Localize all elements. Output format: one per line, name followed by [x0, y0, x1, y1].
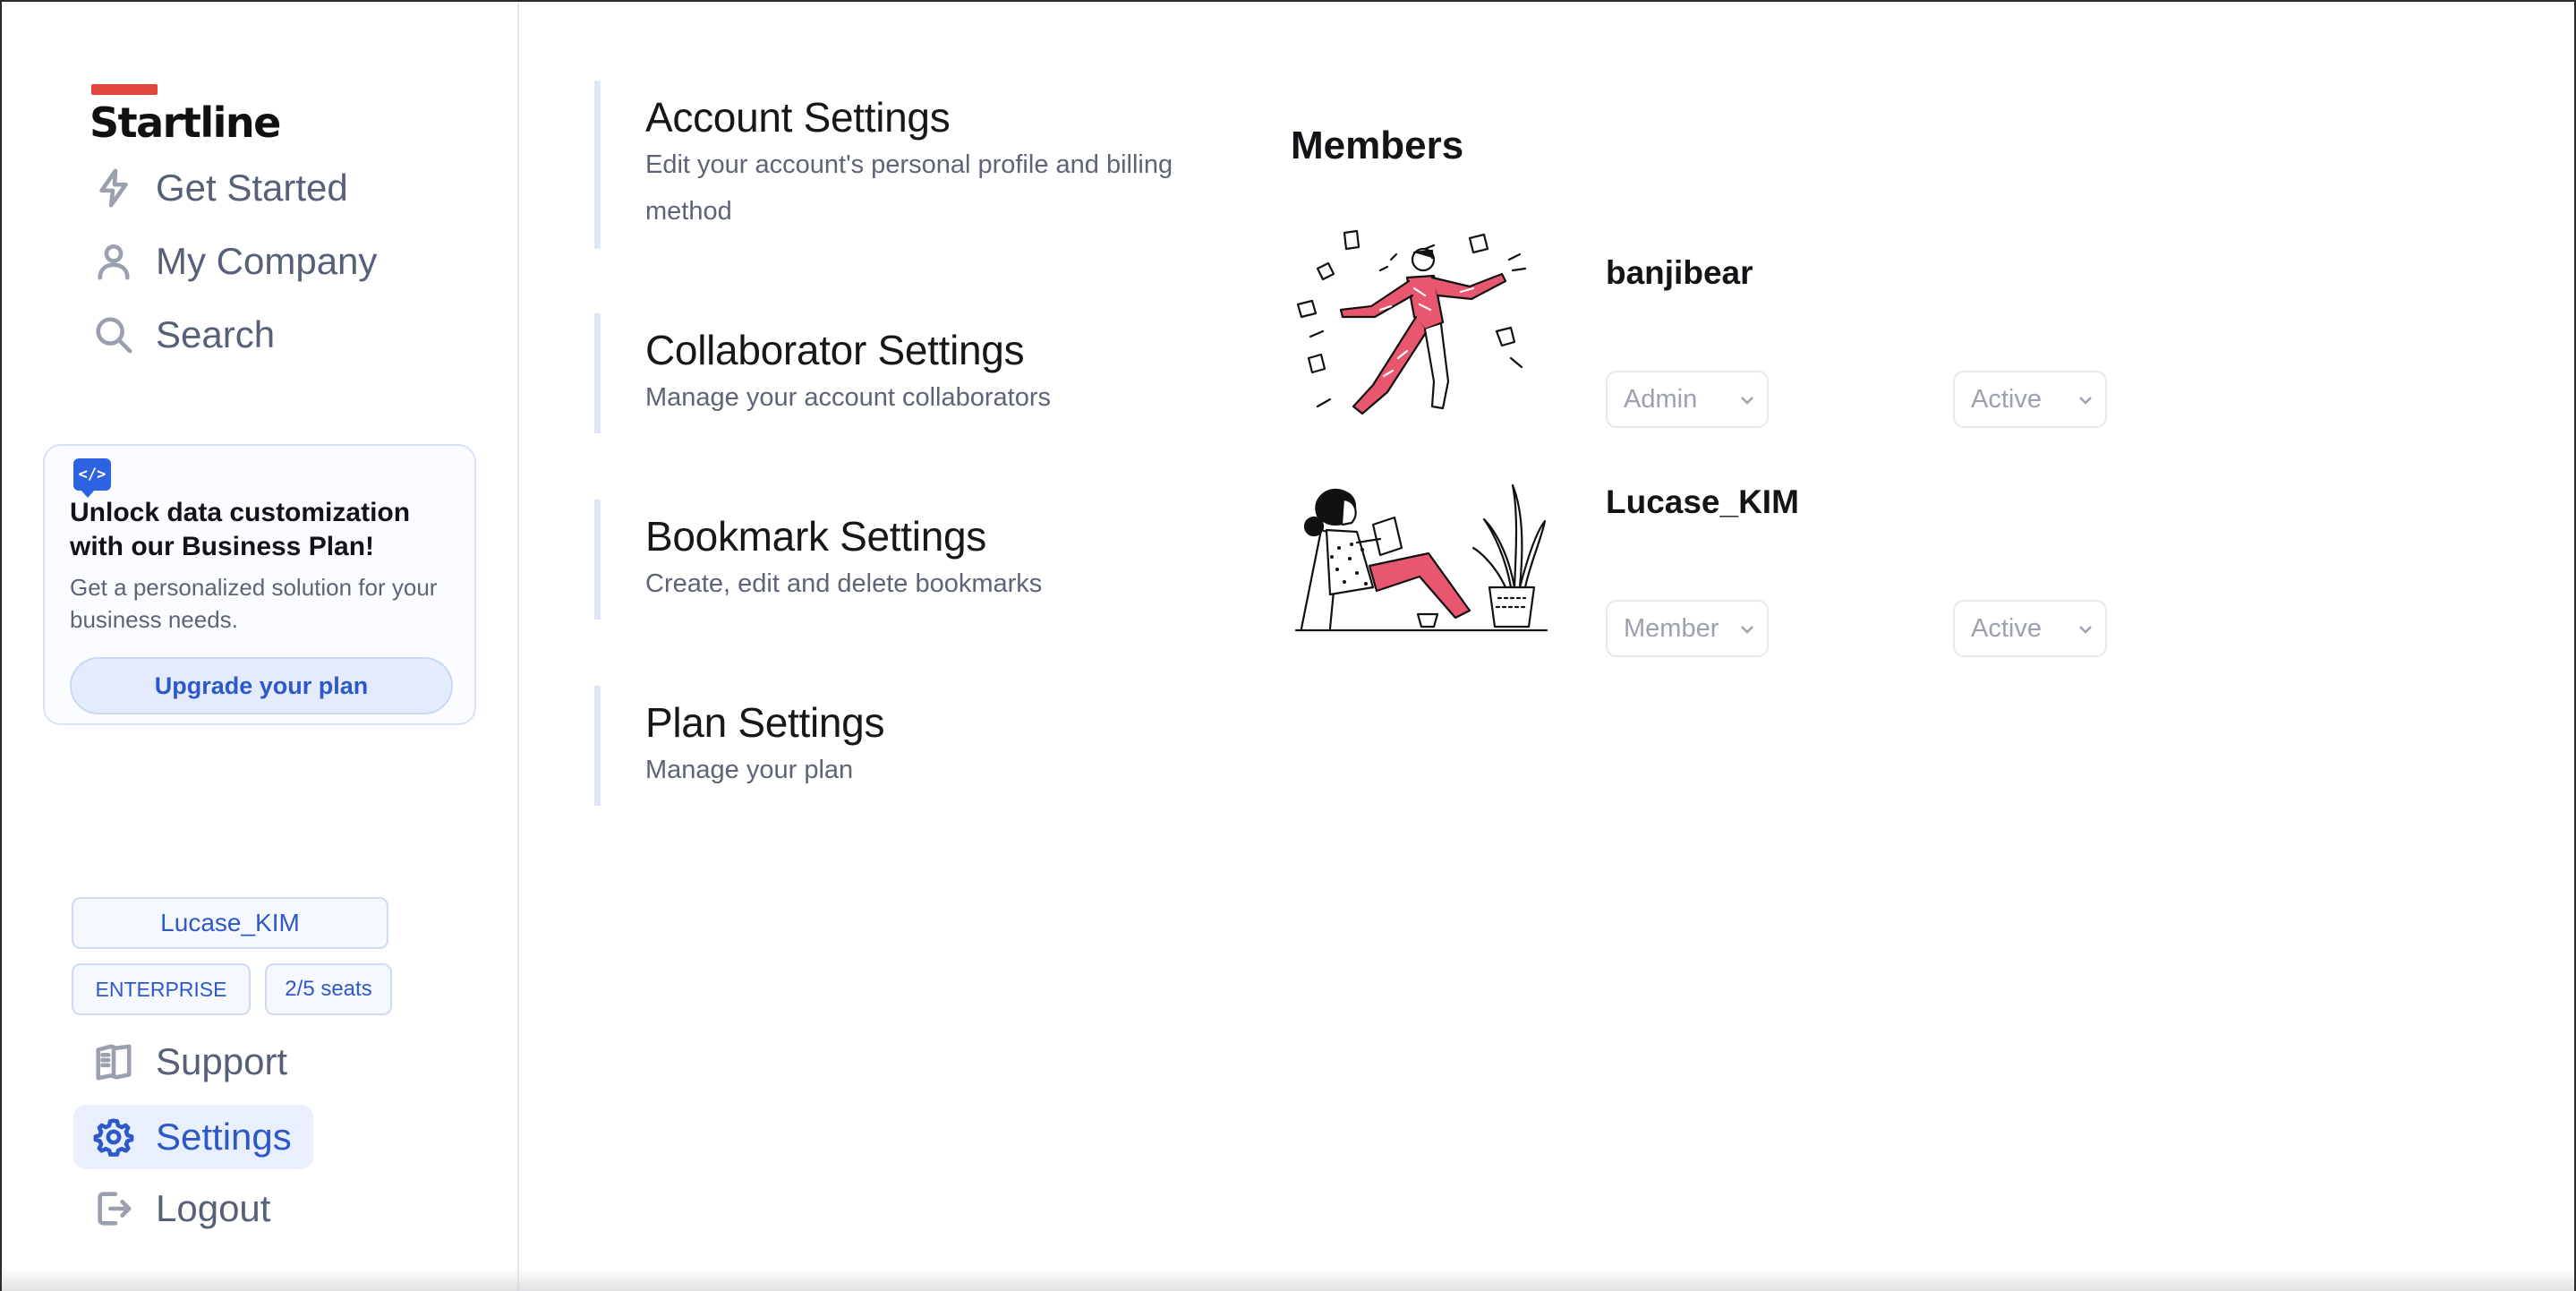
promo-text: Get a personalized solution for your bus…	[70, 574, 438, 633]
app-window: Startline Get Started My Company Search …	[0, 0, 2576, 1291]
nav-item-search[interactable]: Search	[73, 303, 296, 367]
member-name: Lucase_KIM	[1606, 483, 1799, 520]
upgrade-plan-button[interactable]: Upgrade your plan	[70, 657, 453, 714]
nav-item-my-company[interactable]: My Company	[73, 229, 398, 294]
member-avatar-illustration	[1296, 229, 1527, 415]
account-settings-item[interactable]: Account Settings Edit your account's per…	[594, 81, 1185, 249]
status-select[interactable]: Active	[1953, 371, 2107, 428]
search-icon	[91, 312, 136, 357]
logout-icon	[91, 1186, 136, 1231]
members-title: Members	[1291, 124, 1464, 167]
nav-label: Support	[156, 1040, 288, 1082]
upgrade-promo-card: </> Unlock data customization with our B…	[43, 444, 476, 725]
chevron-down-icon	[2075, 618, 2096, 639]
nav-item-logout[interactable]: Logout	[73, 1176, 292, 1241]
promo-title: Unlock data customization with our Busin…	[70, 498, 411, 561]
role-select-value: Member	[1624, 613, 1719, 643]
setting-title: Bookmark Settings	[645, 513, 986, 560]
nav-label: Settings	[156, 1116, 292, 1158]
gear-icon	[91, 1115, 136, 1159]
nav-label: My Company	[156, 240, 378, 282]
nav-label: Search	[156, 313, 276, 355]
nav-label: Get Started	[156, 167, 348, 209]
window-bottom-edge	[2, 1268, 2574, 1291]
setting-desc: Manage your account collaborators	[645, 383, 1051, 412]
book-icon	[91, 1039, 136, 1084]
setting-desc: Create, edit and delete bookmarks	[645, 569, 1043, 598]
nav-label: Logout	[156, 1187, 271, 1229]
nav-item-get-started[interactable]: Get Started	[73, 156, 370, 220]
username-badge[interactable]: Lucase_KIM	[72, 897, 388, 949]
status-select-value: Active	[1971, 384, 2042, 414]
role-select-value: Admin	[1624, 384, 1698, 414]
chevron-down-icon	[1736, 389, 1758, 410]
setting-title: Account Settings	[645, 94, 951, 141]
nav-item-support[interactable]: Support	[73, 1030, 309, 1094]
status-select-value: Active	[1971, 613, 2042, 643]
status-select[interactable]: Active	[1953, 600, 2107, 657]
role-select[interactable]: Admin	[1606, 371, 1769, 428]
sidebar: Startline Get Started My Company Search …	[2, 2, 519, 1291]
brand-logo[interactable]: Startline	[90, 98, 281, 147]
member-name: banjibear	[1606, 254, 1753, 291]
lightning-icon	[91, 166, 136, 210]
seats-badge: 2/5 seats	[265, 963, 392, 1015]
setting-title: Plan Settings	[645, 699, 885, 746]
user-icon	[91, 239, 136, 284]
plan-badge: ENTERPRISE	[72, 963, 251, 1015]
bookmark-settings-item[interactable]: Bookmark Settings Create, edit and delet…	[594, 500, 1185, 620]
member-avatar-illustration	[1294, 483, 1548, 632]
role-select[interactable]: Member	[1606, 600, 1769, 657]
brand-accent-bar	[91, 84, 158, 95]
chevron-down-icon	[2075, 389, 2096, 410]
plan-settings-item[interactable]: Plan Settings Manage your plan	[594, 686, 1185, 806]
setting-desc: Manage your plan	[645, 756, 854, 784]
collaborator-settings-item[interactable]: Collaborator Settings Manage your accoun…	[594, 313, 1185, 433]
chevron-down-icon	[1736, 618, 1758, 639]
setting-desc: Edit your account's personal profile and…	[645, 150, 1173, 226]
setting-title: Collaborator Settings	[645, 327, 1025, 373]
nav-item-settings[interactable]: Settings	[73, 1105, 313, 1169]
code-chat-icon: </>	[73, 458, 111, 498]
